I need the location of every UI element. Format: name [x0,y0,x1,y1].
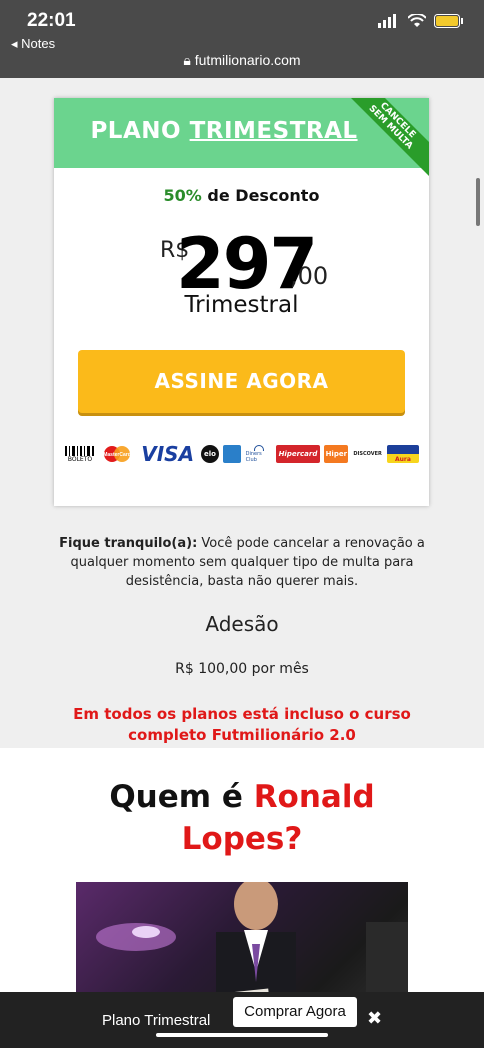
hipercard-icon: Hipercard [275,445,320,463]
home-indicator[interactable] [156,1033,328,1037]
close-icon[interactable]: ✖ [367,1008,382,1029]
course-included-text: Em todos os planos está incluso o curso … [73,705,411,744]
mastercard-label: MasterCard [104,452,132,458]
plan-title-emph: TRIMESTRAL [189,118,358,144]
plan-title: PLANO TRIMESTRAL [54,118,394,144]
cancel-note-bold: Fique tranquilo(a): [59,536,198,551]
url-text: futmilionario.com [194,52,301,68]
monthly-price: R$ 100,00 por mês [175,661,309,677]
ios-status-bar: 22:01 ◂ Notes 🔒︎ futmilionario.com [0,0,484,78]
diners-label: Diners Club [245,451,262,463]
diners-club-icon: Diners Club [246,445,272,463]
amex-icon [223,445,242,463]
discount-percent: 50% [163,186,202,205]
hiper-icon: Hiper [324,445,349,463]
mastercard-icon: MasterCard [100,445,134,463]
about-heading: Quem é Ronald Lopes? [80,776,404,860]
battery-icon [434,14,463,28]
about-heading-prefix: Quem é [109,779,243,815]
price-period: Trimestral [184,292,299,318]
address-bar[interactable]: 🔒︎ futmilionario.com [0,52,484,69]
buy-now-button[interactable]: Comprar Agora [233,997,357,1027]
discover-icon: DISCOVER [353,451,382,457]
subscribe-button[interactable]: ASSINE AGORA [78,350,405,413]
sticky-plan-label: Plano Trimestral [102,1012,211,1029]
lock-icon: 🔒︎ [183,52,191,68]
visa-icon: VISA [141,442,195,466]
back-to-notes-link[interactable]: ◂ Notes [11,36,55,52]
discount-text: 50% de Desconto [54,186,429,205]
adesao-heading: Adesão [205,612,279,636]
wifi-icon [408,14,426,27]
discount-label: de Desconto [207,186,320,205]
signal-icon [378,14,396,28]
aura-icon: Aura [386,445,419,463]
boleto-label: BOLETO [67,455,93,463]
sticky-purchase-bar: Plano Trimestral Comprar Agora ✖ [0,992,484,1048]
plan-title-prefix: PLANO [90,118,182,144]
plan-header: PLANO TRIMESTRAL CANCELE SEM MULTA [54,98,429,179]
price-cents: ,00 [290,262,329,290]
system-icons [378,14,464,28]
cancel-note: Fique tranquilo(a): Você pode cancelar a… [40,534,444,591]
plan-card: PLANO TRIMESTRAL CANCELE SEM MULTA 50% d… [54,98,429,506]
elo-icon: elo [200,445,219,463]
clock: 22:01 [27,10,76,31]
payment-methods: BOLETO MasterCard VISA elo Diners Club H… [64,442,419,466]
scrollbar[interactable] [476,178,480,226]
boleto-icon: BOLETO [64,445,96,463]
